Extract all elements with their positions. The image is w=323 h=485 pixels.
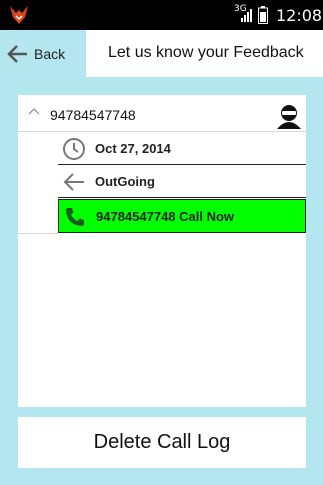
call-direction-row: OutGoing	[58, 165, 306, 198]
call-direction: OutGoing	[95, 174, 155, 189]
arrow-left-icon	[63, 173, 84, 191]
clock-icon	[63, 138, 85, 160]
contact-number: 94784547748	[50, 107, 136, 123]
back-label: Back	[34, 45, 66, 62]
call-log-list: 94784547748 Oct 27, 2014 OutGoing 947845…	[18, 95, 306, 407]
clock-time: 12:08	[276, 6, 323, 25]
fox-logo-icon	[10, 6, 28, 24]
signal-icon	[241, 9, 252, 22]
back-button[interactable]: Back	[0, 30, 86, 77]
call-now-button[interactable]: 94784547748 Call Now	[58, 199, 306, 233]
user-avatar-icon	[277, 105, 301, 129]
call-log-group[interactable]: 94784547748	[18, 95, 306, 132]
battery-icon	[258, 6, 268, 24]
arrow-left-icon	[7, 44, 27, 63]
call-now-label: 94784547748 Call Now	[96, 209, 235, 224]
divider	[18, 233, 58, 234]
call-date: Oct 27, 2014	[95, 141, 171, 156]
header: Back Let us know your Feedback	[0, 30, 323, 77]
chevron-up-icon	[28, 108, 40, 115]
delete-call-log-button[interactable]: Delete Call Log	[18, 417, 306, 468]
page-title: Let us know your Feedback	[108, 44, 304, 61]
call-date-row: Oct 27, 2014	[58, 132, 306, 165]
status-bar: 3G 12:08	[0, 0, 323, 30]
phone-icon	[66, 208, 84, 226]
